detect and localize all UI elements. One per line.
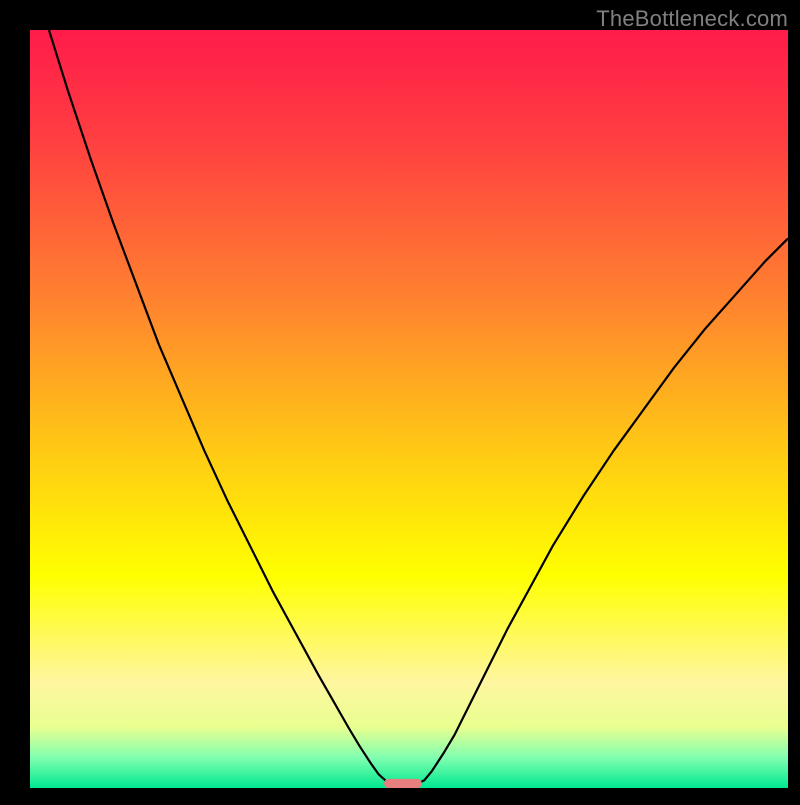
chart-container <box>0 0 800 800</box>
watermark-text: TheBottleneck.com <box>596 6 788 32</box>
optimal-marker <box>384 779 422 788</box>
bottleneck-chart <box>0 0 800 800</box>
chart-background-gradient <box>30 30 788 788</box>
